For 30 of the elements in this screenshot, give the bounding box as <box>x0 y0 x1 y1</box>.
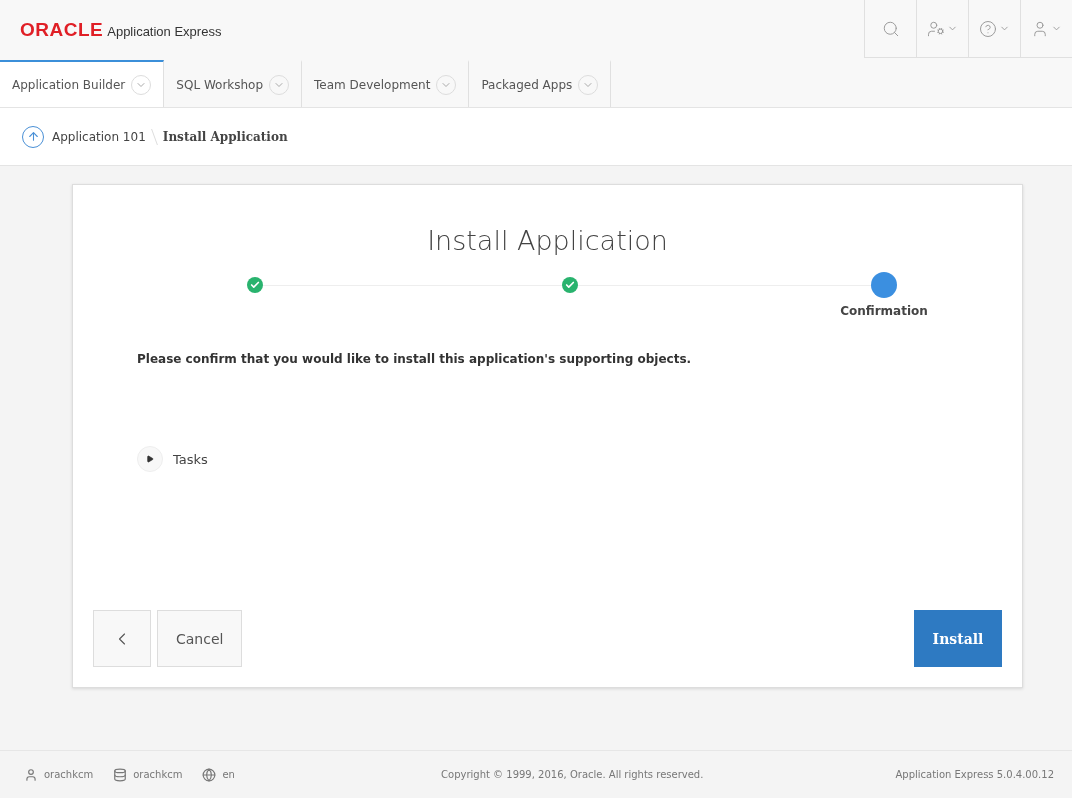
copyright-text: Copyright © 1999, 2016, Oracle. All rights reserved. <box>441 769 704 780</box>
install-button[interactable]: Install <box>914 610 1002 667</box>
oracle-logo: ORACLE <box>20 19 104 41</box>
footer-workspace: orachkcm <box>133 769 183 780</box>
user-icon <box>1031 19 1049 38</box>
globe-icon <box>202 767 217 782</box>
user-menu-button[interactable] <box>1020 0 1072 58</box>
breadcrumb-link[interactable]: Application 101 <box>52 129 146 144</box>
user-gear-icon <box>927 19 945 38</box>
search-icon <box>881 19 900 38</box>
database-icon <box>113 767 128 782</box>
region-title: Tasks <box>173 451 208 467</box>
product-name: Application Express <box>107 24 222 39</box>
breadcrumb-current: Install Application <box>162 129 288 144</box>
footer-language: en <box>222 769 235 780</box>
caret-right-icon <box>146 455 154 463</box>
version-text: Application Express 5.0.4.00.12 <box>895 769 1054 780</box>
back-button[interactable] <box>93 610 151 667</box>
step-label: Confirmation <box>840 304 928 318</box>
help-menu-button[interactable] <box>968 0 1020 58</box>
nav-tab[interactable]: Application Builder <box>0 60 165 107</box>
help-icon <box>979 19 997 38</box>
admin-menu-button[interactable] <box>916 0 968 58</box>
confirmation-message: Please confirm that you would like to install this application's supporting objects. <box>137 352 693 366</box>
cancel-button[interactable]: Cancel <box>157 610 243 667</box>
expand-toggle[interactable] <box>137 446 163 472</box>
user-icon <box>24 767 38 782</box>
search-menu-button[interactable] <box>864 0 916 58</box>
footer-user: orachkcm <box>44 769 94 780</box>
wizard-title: Install Application <box>426 225 669 256</box>
